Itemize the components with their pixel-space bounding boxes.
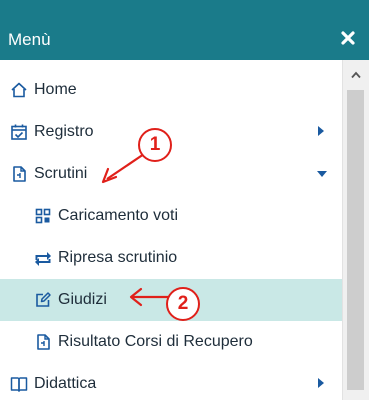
vertical-scrollbar[interactable] bbox=[342, 60, 369, 400]
menu-item-label: Didattica bbox=[34, 375, 97, 392]
menu-item-didattica[interactable]: Didattica bbox=[0, 363, 342, 400]
menu-item-label: Risultato Corsi di Recupero bbox=[58, 333, 253, 350]
menu-item-risultato-corsi-di-recupero[interactable]: Risultato Corsi di Recupero bbox=[0, 321, 342, 363]
menu-item-scrutini[interactable]: Scrutini bbox=[0, 153, 342, 195]
document-icon bbox=[37, 334, 50, 350]
menu-item-caricamento-voti[interactable]: Caricamento voti bbox=[0, 195, 342, 237]
menu-item-ripresa-scrutinio[interactable]: Ripresa scrutinio bbox=[0, 237, 342, 279]
menu-item-label: Scrutini bbox=[34, 165, 88, 182]
edit-icon bbox=[36, 292, 51, 307]
menu-title: Menù bbox=[8, 30, 51, 49]
menu-item-label: Caricamento voti bbox=[58, 207, 179, 224]
annotation-badge-1: 1 bbox=[138, 128, 172, 162]
chevron-right-icon[interactable] bbox=[318, 126, 324, 136]
home-icon bbox=[11, 82, 27, 98]
menu-item-label: Registro bbox=[34, 123, 94, 140]
scroll-up-arrow-icon[interactable] bbox=[351, 71, 361, 79]
side-menu-panel: Menù Home Registro Scrutini Caricamento … bbox=[0, 0, 369, 400]
chevron-down-icon[interactable] bbox=[317, 171, 327, 177]
transfer-icon bbox=[35, 252, 51, 266]
menu-item-label: Ripresa scrutinio bbox=[58, 249, 178, 266]
menu-list: Home Registro Scrutini Caricamento voti … bbox=[0, 60, 342, 400]
calendar-check-icon bbox=[11, 124, 27, 140]
close-icon[interactable] bbox=[341, 31, 355, 45]
menu-header: Menù bbox=[0, 0, 369, 60]
document-icon bbox=[13, 166, 26, 182]
book-icon bbox=[10, 377, 28, 392]
menu-item-label: Giudizi bbox=[58, 291, 107, 308]
chevron-right-icon[interactable] bbox=[318, 378, 324, 388]
scrollbar-thumb[interactable] bbox=[347, 90, 364, 390]
menu-item-home[interactable]: Home bbox=[0, 69, 342, 111]
menu-item-label: Home bbox=[34, 81, 77, 98]
grid-icon bbox=[35, 208, 51, 224]
annotation-badge-2: 2 bbox=[166, 287, 200, 321]
